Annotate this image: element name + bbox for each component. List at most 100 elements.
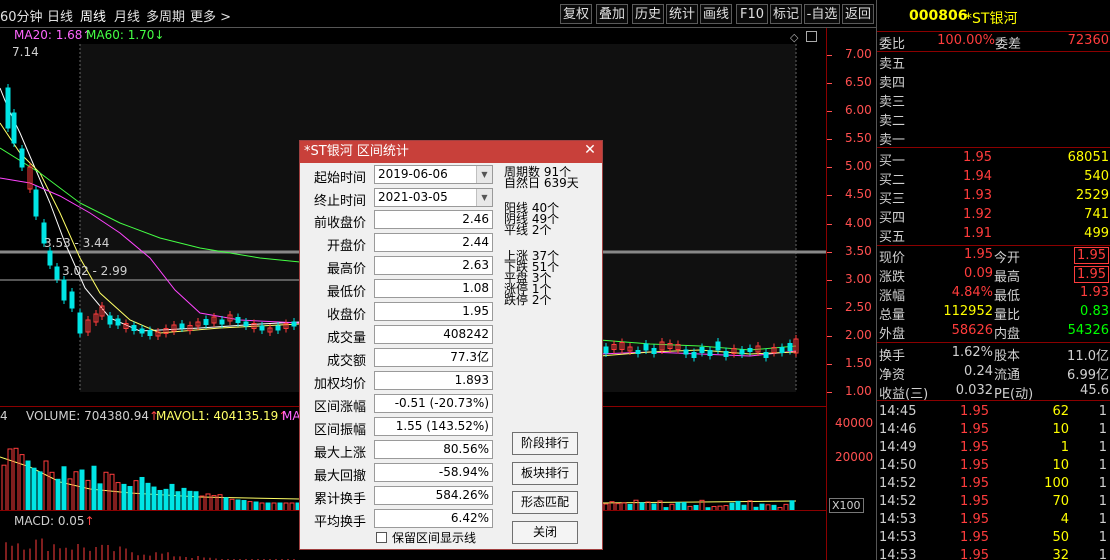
stat-field-value: 2.46	[374, 210, 493, 229]
weibi-row: 委比 100.00% 委差 72360	[877, 33, 1110, 52]
stat-label: 最高	[994, 270, 1021, 285]
price-axis-tick-mark	[827, 363, 832, 365]
sector-ranking-button[interactable]: 板块排行	[512, 462, 578, 485]
volume-bar	[79, 469, 85, 511]
stat-value: 1.95	[964, 247, 993, 262]
stat-field-value: 1.08	[374, 279, 493, 298]
stat-value: 4.84%	[951, 285, 993, 300]
tab-more[interactable]: 更多 >	[190, 6, 231, 25]
close-icon[interactable]: ✕	[582, 143, 598, 159]
tick-time: 14:49	[879, 440, 917, 455]
price-axis-tick: 4.00	[845, 215, 872, 230]
ma60-legend-text: MA60: 1.70	[86, 28, 155, 42]
volume-bar	[181, 487, 187, 511]
stat-label: 最低	[994, 289, 1021, 304]
volume-bar	[175, 491, 181, 511]
stat-field-label: 最低价	[326, 285, 366, 300]
volume-bar	[145, 482, 151, 511]
volume-bar	[109, 473, 115, 511]
tick-price: 1.95	[960, 458, 989, 473]
tick-time: 14:45	[879, 404, 917, 419]
buy-volume: 2529	[1075, 188, 1109, 203]
interval-stats-dialog: *ST银河 区间统计 ✕ 起始时间 2019-06-06 ▼ 终止时间 2021…	[299, 140, 603, 550]
back-button[interactable]: 返回	[842, 4, 874, 24]
weibi-value: 100.00%	[937, 33, 995, 48]
tick-row: 14:53 1.95 32 1	[877, 548, 1110, 560]
ma60-legend: MA60: 1.70↓	[86, 28, 164, 42]
volume-bar	[103, 471, 109, 511]
stat-field-label: 区间振幅	[313, 423, 366, 438]
count-stat: 跌停 2个	[504, 293, 552, 307]
tick-price: 1.95	[960, 440, 989, 455]
f10-button[interactable]: F10	[736, 4, 768, 24]
tick-row: 14:46 1.95 10 1	[877, 422, 1110, 440]
volume-bar	[223, 497, 229, 511]
weicha-value: 72360	[1067, 33, 1109, 48]
stat-field-value: -0.51 (-20.73%)	[374, 394, 493, 413]
chevron-down-icon[interactable]: ▼	[476, 166, 492, 183]
statistics-button[interactable]: 统计	[666, 4, 698, 24]
maximize-icon[interactable]	[806, 31, 817, 42]
price-axis-tick: 1.50	[845, 355, 872, 370]
stat-field-label: 收盘价	[326, 308, 366, 323]
pattern-match-button[interactable]: 形态匹配	[512, 491, 578, 514]
price-axis-tick-mark	[827, 167, 832, 169]
tab-weekly[interactable]: 周线	[80, 6, 106, 25]
divider	[877, 51, 1110, 52]
sell-row: 卖三	[877, 91, 1110, 110]
tick-row: 14:45 1.95 62 1	[877, 404, 1110, 422]
stat-field-value: 2.44	[374, 233, 493, 252]
tab-multi-period[interactable]: 多周期	[146, 6, 185, 25]
stat-field-value: 6.42%	[374, 509, 493, 528]
volume-bar	[139, 476, 145, 511]
stat-row: 收益(三) 0.032 PE(动) 45.6	[877, 383, 1110, 402]
volume-bar	[25, 460, 31, 511]
volume-bar	[13, 447, 19, 511]
tab-60min[interactable]: 60分钟	[0, 6, 43, 25]
stat-value: 58626	[951, 323, 993, 338]
tick-count: 1	[1098, 440, 1107, 455]
tick-row: 14:53 1.95 4 1	[877, 512, 1110, 530]
volume-bar	[1, 464, 7, 511]
price-axis-tick: 2.50	[845, 299, 872, 314]
tab-daily[interactable]: 日线	[47, 6, 73, 25]
fuquan-button[interactable]: 复权	[560, 4, 592, 24]
price-axis-tick-mark	[827, 55, 832, 56]
chevron-down-icon[interactable]: ▼	[476, 189, 492, 206]
stat-value: 1.62%	[951, 345, 993, 360]
close-button[interactable]: 关闭	[512, 521, 578, 544]
volume-unit-label: X100	[829, 498, 864, 513]
buy-row: 买五 1.91 499	[877, 226, 1110, 245]
high-price-mark: 7.14	[12, 45, 39, 59]
dialog-titlebar[interactable]: *ST银河 区间统计 ✕	[300, 141, 602, 163]
draw-line-button[interactable]: 画线	[700, 4, 732, 24]
stat-label: 换手	[879, 349, 906, 364]
end-time-select[interactable]: 2021-03-05 ▼	[374, 188, 493, 207]
keep-interval-checkbox[interactable]	[376, 532, 387, 543]
price-axis-tick-mark	[827, 335, 832, 337]
stat-value: 54326	[1067, 323, 1109, 338]
buy-price: 1.93	[963, 188, 992, 203]
stat-value: 112952	[943, 304, 993, 319]
weicha-label: 委差	[995, 37, 1022, 52]
start-time-select[interactable]: 2019-06-06 ▼	[374, 165, 493, 184]
diamond-icon[interactable]: ◇	[790, 31, 798, 44]
tab-monthly[interactable]: 月线	[114, 6, 140, 25]
stat-field-value: 408242	[374, 325, 493, 344]
stage-ranking-button[interactable]: 阶段排行	[512, 432, 578, 455]
volume-axis-tick: 20000	[835, 450, 874, 464]
mark-button[interactable]: 标记	[770, 4, 802, 24]
stat-value: 1.95	[1074, 266, 1109, 283]
tick-row: 14:52 1.95 70 1	[877, 494, 1110, 512]
volume-bar	[61, 466, 67, 511]
stat-field-value: 1.893	[374, 371, 493, 390]
stat-field-value: 1.55 (143.52%)	[374, 417, 493, 436]
volume-bar	[97, 483, 103, 511]
stat-field-label: 最大上涨	[313, 446, 366, 461]
overlay-button[interactable]: 叠加	[596, 4, 628, 24]
remove-watchlist-button[interactable]: -自选	[804, 4, 840, 24]
stat-field-value: 1.95	[374, 302, 493, 321]
price-annotation-1: 3.53 - 3.44	[44, 236, 110, 250]
divider	[877, 400, 1110, 401]
history-button[interactable]: 历史	[632, 4, 664, 24]
